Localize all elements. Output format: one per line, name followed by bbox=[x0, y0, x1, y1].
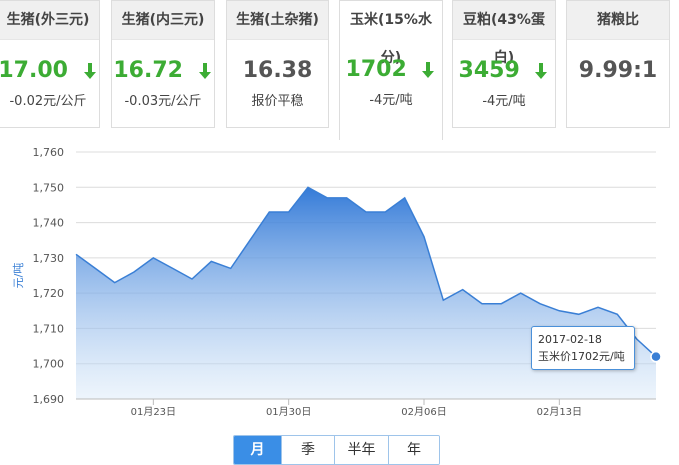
tab-change: -4元/吨 bbox=[369, 93, 413, 108]
price-value: 9.99:1 bbox=[578, 58, 658, 83]
tab-price: 3459 bbox=[453, 56, 555, 86]
tab-soymeal[interactable]: 豆粕(43%蛋白) 3459 -4元/吨 bbox=[452, 0, 556, 128]
tab-hog-inner[interactable]: 生猪(内三元) 16.72 -0.03元/公斤 bbox=[111, 0, 215, 128]
tab-price: 16.72 bbox=[112, 56, 214, 86]
y-axis-label: 元/吨 bbox=[12, 263, 25, 289]
price-value: 17.00 bbox=[0, 58, 68, 83]
tab-title: 生猪(外三元) bbox=[0, 1, 99, 40]
chart-tooltip: 2017-02-18 玉米价1702元/吨 bbox=[531, 326, 635, 370]
y-tick-label: 1,730 bbox=[33, 252, 65, 265]
range-half-year-button[interactable]: 半年 bbox=[335, 436, 389, 464]
range-selector: 月 季 半年 年 bbox=[233, 435, 440, 465]
y-tick-label: 1,760 bbox=[33, 146, 65, 159]
tab-title: 生猪(土杂猪) bbox=[227, 1, 328, 40]
y-tick-label: 1,710 bbox=[33, 322, 65, 335]
data-point bbox=[650, 350, 662, 363]
tab-hog-outer[interactable]: 生猪(外三元) 17.00 -0.02元/公斤 bbox=[0, 0, 100, 128]
x-tick-label: 02月13日 bbox=[537, 406, 582, 418]
tab-price: 9.99:1 bbox=[567, 56, 669, 86]
tab-title: 猪粮比 bbox=[567, 1, 669, 40]
tab-title: 生猪(内三元) bbox=[112, 1, 214, 40]
price-value: 16.38 bbox=[242, 58, 313, 83]
tooltip-value: 玉米价1702元/吨 bbox=[538, 350, 625, 363]
x-tick-label: 02月06日 bbox=[401, 406, 446, 418]
y-tick-label: 1,750 bbox=[33, 181, 65, 194]
tab-hog-local[interactable]: 生猪(土杂猪) 16.38 报价平稳 bbox=[226, 0, 329, 128]
y-tick-label: 1,690 bbox=[33, 393, 65, 406]
tab-change: 报价平稳 bbox=[251, 94, 304, 109]
tab-price: 1702 bbox=[340, 55, 442, 85]
range-year-button[interactable]: 年 bbox=[389, 436, 439, 464]
price-tabs: 生猪(外三元) 17.00 -0.02元/公斤 生猪(内三元) 16.72 -0… bbox=[0, 0, 679, 140]
y-tick-label: 1,740 bbox=[33, 217, 65, 230]
corn-price-chart: 1,690 1,700 1,710 1,720 1,730 1,740 1,750 1,760… bbox=[12, 146, 662, 418]
tab-change: -4元/吨 bbox=[482, 94, 526, 109]
range-quarter-button[interactable]: 季 bbox=[282, 436, 335, 464]
down-arrow-icon bbox=[422, 62, 435, 78]
tab-price: 16.38 bbox=[227, 56, 328, 86]
price-value: 1702 bbox=[345, 57, 407, 82]
down-arrow-icon bbox=[198, 63, 211, 79]
down-arrow-icon bbox=[535, 63, 548, 79]
tab-change: -0.02元/公斤 bbox=[9, 94, 87, 109]
down-arrow-icon bbox=[83, 63, 96, 79]
tooltip-date: 2017-02-18 bbox=[538, 333, 602, 346]
y-tick-label: 1,700 bbox=[33, 358, 65, 371]
tab-corn[interactable]: 玉米(15%水分) 1702 -4元/吨 bbox=[339, 0, 443, 140]
x-tick-label: 01月23日 bbox=[131, 406, 176, 418]
range-month-button[interactable]: 月 bbox=[234, 436, 282, 464]
price-value: 16.72 bbox=[113, 58, 183, 83]
x-tick-label: 01月30日 bbox=[266, 406, 311, 418]
tab-title: 玉米(15%水分) bbox=[340, 1, 442, 66]
tab-hog-grain-ratio[interactable]: 猪粮比 9.99:1 bbox=[566, 0, 670, 128]
tab-title: 豆粕(43%蛋白) bbox=[453, 1, 555, 66]
y-tick-label: 1,720 bbox=[33, 287, 65, 300]
tab-price: 17.00 bbox=[0, 56, 99, 86]
tab-change: -0.03元/公斤 bbox=[124, 94, 202, 109]
price-value: 3459 bbox=[458, 58, 520, 83]
